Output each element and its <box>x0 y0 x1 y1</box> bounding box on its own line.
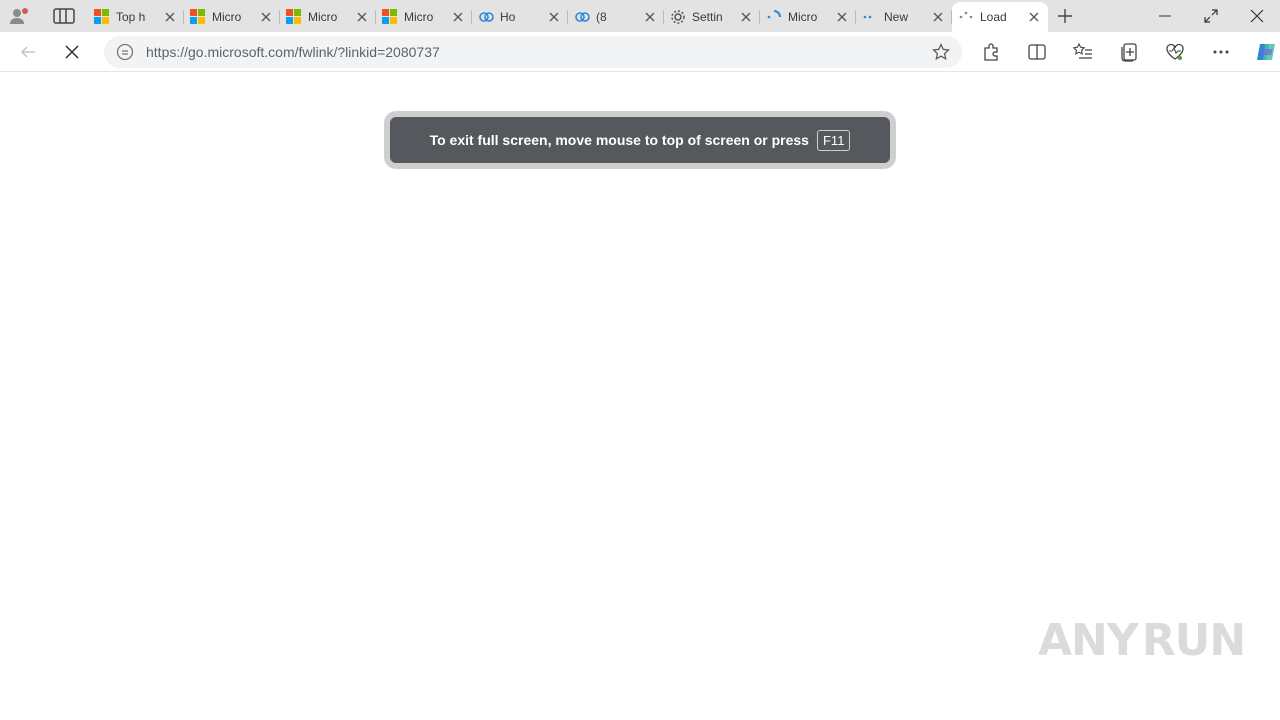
url-text[interactable]: https://go.microsoft.com/fwlink/?linkid=… <box>146 44 440 60</box>
stop-loading-button[interactable] <box>54 36 90 68</box>
collections-icon <box>1121 43 1137 62</box>
page-info-icon[interactable] <box>116 43 134 61</box>
settings-more-button[interactable] <box>1202 36 1240 68</box>
browser-essentials-button[interactable] <box>1156 36 1194 68</box>
microsoft-logo-icon <box>190 9 206 25</box>
toolbar-actions <box>972 36 1280 68</box>
restore-icon <box>1204 9 1218 23</box>
loading-icon <box>959 11 973 19</box>
close-tab-button[interactable] <box>834 9 850 25</box>
heart-pulse-icon <box>1166 43 1184 60</box>
split-screen-button[interactable] <box>1018 36 1056 68</box>
minimize-icon <box>1159 15 1171 17</box>
microsoft-logo-icon <box>94 9 110 25</box>
tab-title: New <box>884 10 909 24</box>
tab-strip: Top h Micro Micro Micro Ho (8 Settin Mic… <box>0 0 1280 32</box>
tab-title: Micro <box>212 10 242 24</box>
tab-actions-icon <box>53 8 75 24</box>
close-window-button[interactable] <box>1234 0 1280 32</box>
link-icon <box>575 12 590 22</box>
watermark-text-right: RUN <box>1141 614 1246 666</box>
profile-icon <box>10 8 28 24</box>
copilot-button[interactable] <box>1248 36 1280 68</box>
close-icon <box>1029 12 1039 22</box>
copilot-icon <box>1257 44 1275 60</box>
close-tab-button[interactable] <box>258 9 274 25</box>
profile-button[interactable] <box>0 0 40 32</box>
restore-button[interactable] <box>1188 0 1234 32</box>
fullscreen-exit-notification: To exit full screen, move mouse to top o… <box>390 117 890 163</box>
tab-title: Load <box>980 10 1007 24</box>
favorites-button[interactable] <box>1064 36 1102 68</box>
tab-title: Top h <box>116 10 146 24</box>
address-bar[interactable]: https://go.microsoft.com/fwlink/?linkid=… <box>104 36 962 68</box>
close-tab-button[interactable] <box>1026 9 1042 25</box>
close-icon <box>741 12 751 22</box>
tab-actions-button[interactable] <box>40 0 88 32</box>
tab-title: Settin <box>692 10 723 24</box>
browser-tab[interactable]: Settin <box>664 2 760 32</box>
split-screen-icon <box>1028 44 1046 60</box>
keyboard-key-badge: F11 <box>816 129 851 151</box>
close-icon <box>261 12 271 22</box>
browser-tab[interactable]: Micro <box>760 2 856 32</box>
close-tab-button[interactable] <box>450 9 466 25</box>
back-button[interactable] <box>10 36 46 68</box>
more-horizontal-icon <box>1213 50 1229 54</box>
close-tab-button[interactable] <box>546 9 562 25</box>
browser-tab[interactable]: Micro <box>280 2 376 32</box>
browser-tab-active[interactable]: Load <box>952 2 1048 32</box>
close-icon <box>453 12 463 22</box>
tab-title: (8 <box>596 10 607 24</box>
browser-tab[interactable]: Micro <box>184 2 280 32</box>
watermark-text-left: ANY <box>1038 614 1139 666</box>
close-tab-button[interactable] <box>930 9 946 25</box>
browser-tab[interactable]: Top h <box>88 2 184 32</box>
close-icon <box>65 45 79 59</box>
arrow-left-icon <box>20 46 35 58</box>
link-icon <box>479 12 494 22</box>
tab-title: Ho <box>500 10 516 24</box>
notification-message: To exit full screen, move mouse to top o… <box>429 132 809 148</box>
star-icon[interactable] <box>932 43 950 61</box>
gear-icon <box>671 10 685 24</box>
loading-icon <box>767 10 781 19</box>
collections-button[interactable] <box>1110 36 1148 68</box>
browser-tab[interactable]: Micro <box>376 2 472 32</box>
close-icon <box>549 12 559 22</box>
close-icon <box>933 12 943 22</box>
plus-icon <box>1058 9 1072 23</box>
tab-title: Micro <box>404 10 434 24</box>
window-controls <box>1142 0 1280 32</box>
browser-tab[interactable]: Ho <box>472 2 568 32</box>
browser-tab[interactable]: New <box>856 2 952 32</box>
puzzle-icon <box>984 43 998 61</box>
browser-tab[interactable]: (8 <box>568 2 664 32</box>
microsoft-logo-icon <box>382 9 398 25</box>
close-tab-button[interactable] <box>642 9 658 25</box>
extensions-button[interactable] <box>972 36 1010 68</box>
tab-title: Micro <box>788 10 818 24</box>
new-tab-button[interactable] <box>1048 0 1082 32</box>
close-icon <box>645 12 655 22</box>
loading-icon <box>863 15 872 19</box>
anyrun-watermark: ANY RUN <box>1038 608 1246 672</box>
close-tab-button[interactable] <box>738 9 754 25</box>
minimize-button[interactable] <box>1142 0 1188 32</box>
microsoft-logo-icon <box>286 9 302 25</box>
close-tab-button[interactable] <box>162 9 178 25</box>
close-icon <box>357 12 367 22</box>
tab-title: Micro <box>308 10 338 24</box>
close-icon <box>1250 9 1264 23</box>
close-icon <box>837 12 847 22</box>
favorites-icon <box>1073 42 1092 59</box>
close-tab-button[interactable] <box>354 9 370 25</box>
browser-toolbar: https://go.microsoft.com/fwlink/?linkid=… <box>0 32 1280 72</box>
close-icon <box>165 12 175 22</box>
